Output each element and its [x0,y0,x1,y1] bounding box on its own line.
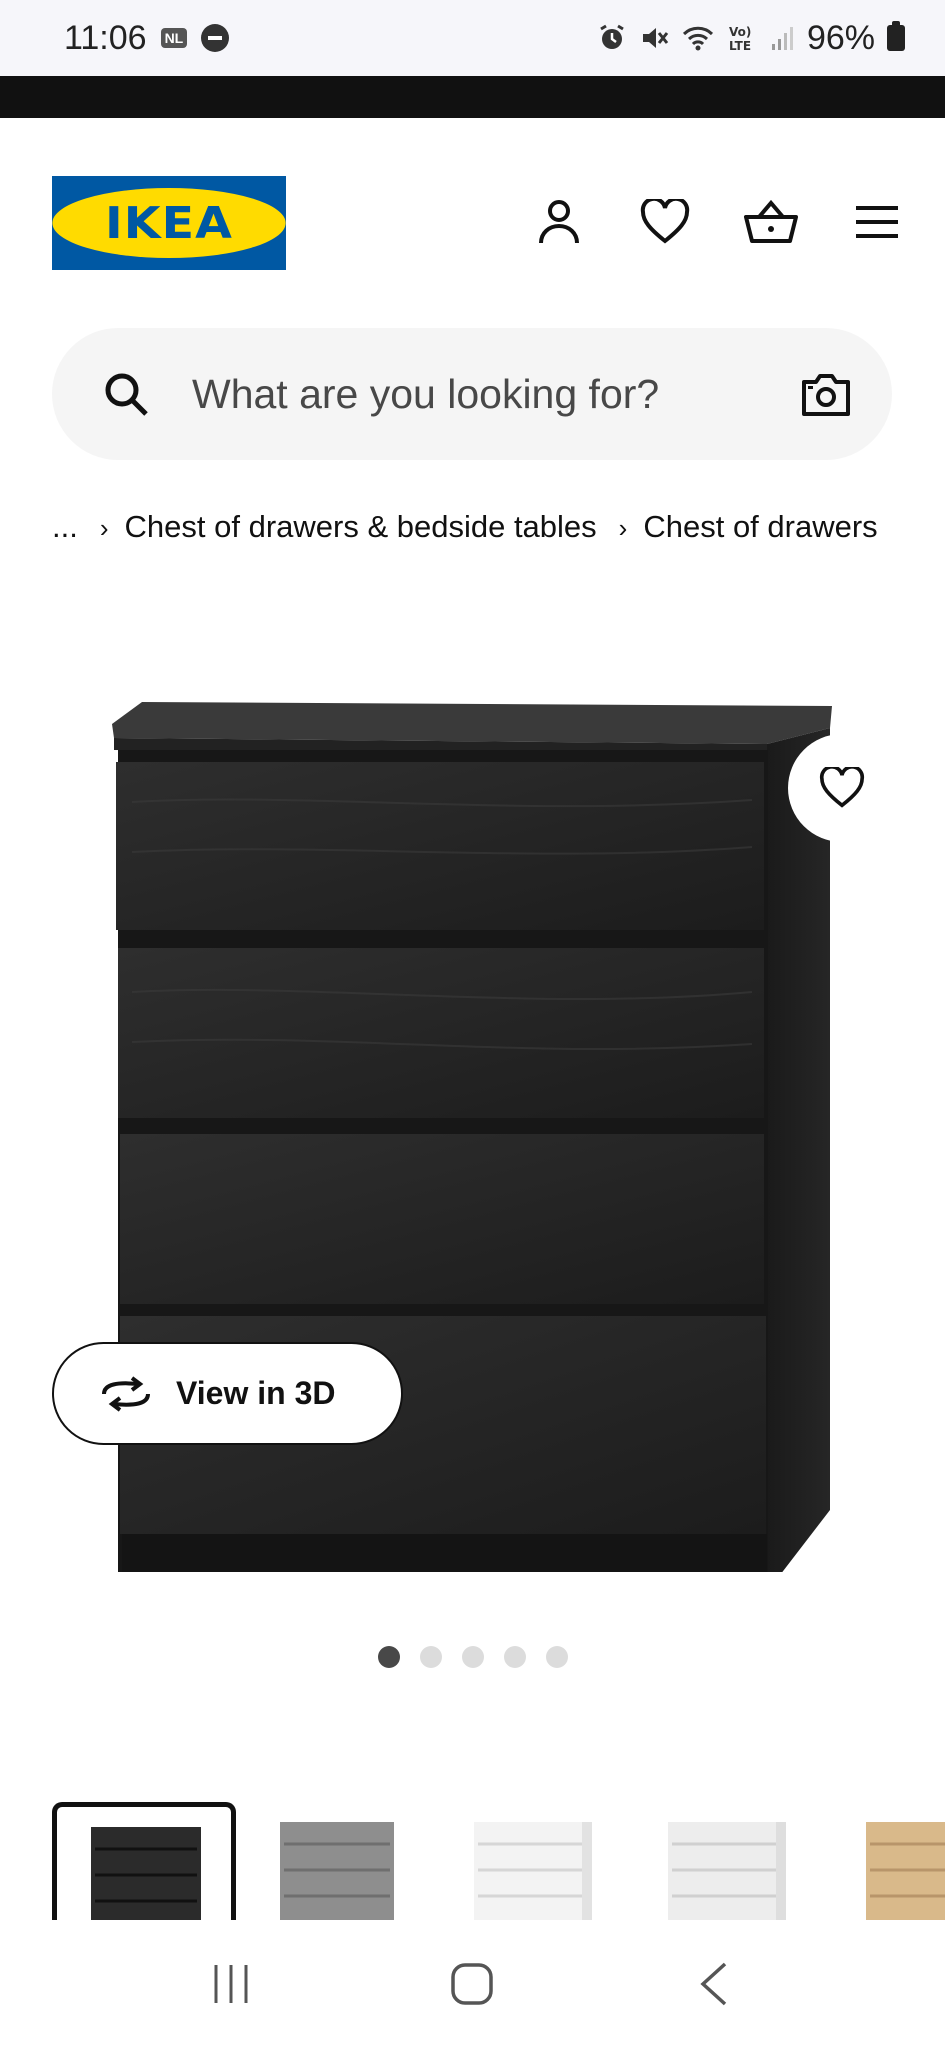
product-image-gallery[interactable]: View in 3D [0,680,945,1600]
svg-text:Vo): Vo) [729,25,751,39]
search-bar[interactable]: What are you looking for? [52,328,892,460]
nl-badge: NL [160,28,188,48]
carousel-dot[interactable] [545,1646,568,1668]
variant-thumbnail-white-gloss[interactable] [440,1802,624,1920]
signal-icon [771,27,793,50]
variant-image [91,1827,201,1920]
variant-thumbnail-oak[interactable] [832,1802,945,1920]
rotate-3d-icon [102,1375,150,1412]
carousel-dot[interactable] [461,1646,484,1668]
basket-icon [744,199,798,243]
heart-icon [640,199,690,244]
recent-apps-button[interactable] [191,1944,271,2024]
chevron-right-icon: › [99,513,109,543]
carousel-dots [0,1646,945,1668]
breadcrumb-item-chest-of-drawers[interactable]: Chest of drawers [643,509,877,544]
variant-image [280,1822,394,1920]
volte-icon: Vo)LTE [729,25,751,53]
home-icon [451,1963,494,2005]
basket-button[interactable] [743,194,799,250]
breadcrumb: ... › Chest of drawers & bedside tables › Ch… [52,498,912,557]
system-nav-bar [0,1920,945,2048]
variant-thumbnail-black-brown[interactable] [52,1802,236,1920]
wishlist-button[interactable] [637,194,693,250]
site-header: IKEA [0,176,945,270]
search-input[interactable]: What are you looking for? [192,371,800,418]
heart-icon [819,767,865,808]
menu-button[interactable] [849,194,905,250]
profile-button[interactable] [531,194,587,250]
variant-thumbnail-grey[interactable] [246,1802,430,1920]
status-bar: 11:06 NL Vo) LTE 96% [0,0,945,76]
view-in-3d-label: View in 3D [176,1375,336,1411]
clock: 11:06 [64,18,147,57]
breadcrumb-ellipsis[interactable]: ... [52,509,78,544]
variant-thumbnail-white[interactable] [634,1802,818,1920]
breadcrumb-item-chests-bedside[interactable]: Chest of drawers & bedside tables [125,509,597,544]
menu-icon [856,206,898,238]
search-icon [105,373,148,416]
variant-image [866,1822,945,1920]
chevron-right-icon: › [618,513,628,543]
product-favorite-button[interactable] [788,734,896,842]
variant-image [668,1822,786,1920]
carousel-dot[interactable] [419,1646,442,1668]
page: 11:06 NL Vo) LTE 96% IKEA What are you l… [0,0,945,2048]
battery-icon [887,21,905,51]
svg-text:LTE: LTE [729,39,751,53]
banner-strip [0,76,945,118]
battery-percent: 96% [806,18,875,57]
recent-apps-icon [214,1965,248,2003]
view-in-3d-button[interactable]: View in 3D [52,1342,403,1445]
color-variant-thumbnails [0,1802,945,1920]
wifi-icon [682,26,713,51]
logo-text: IKEA [52,188,286,258]
camera-icon[interactable] [800,368,852,420]
variant-image [474,1822,592,1920]
carousel-dot[interactable] [377,1646,400,1668]
mute-icon [642,28,669,48]
home-button[interactable] [432,1944,512,2024]
alarm-icon [600,24,624,49]
carousel-dot[interactable] [503,1646,526,1668]
back-button[interactable] [674,1944,754,2024]
back-icon [700,1962,727,2006]
do-not-disturb-icon [201,24,230,52]
profile-icon [539,200,579,244]
ikea-logo[interactable]: IKEA [52,176,286,270]
